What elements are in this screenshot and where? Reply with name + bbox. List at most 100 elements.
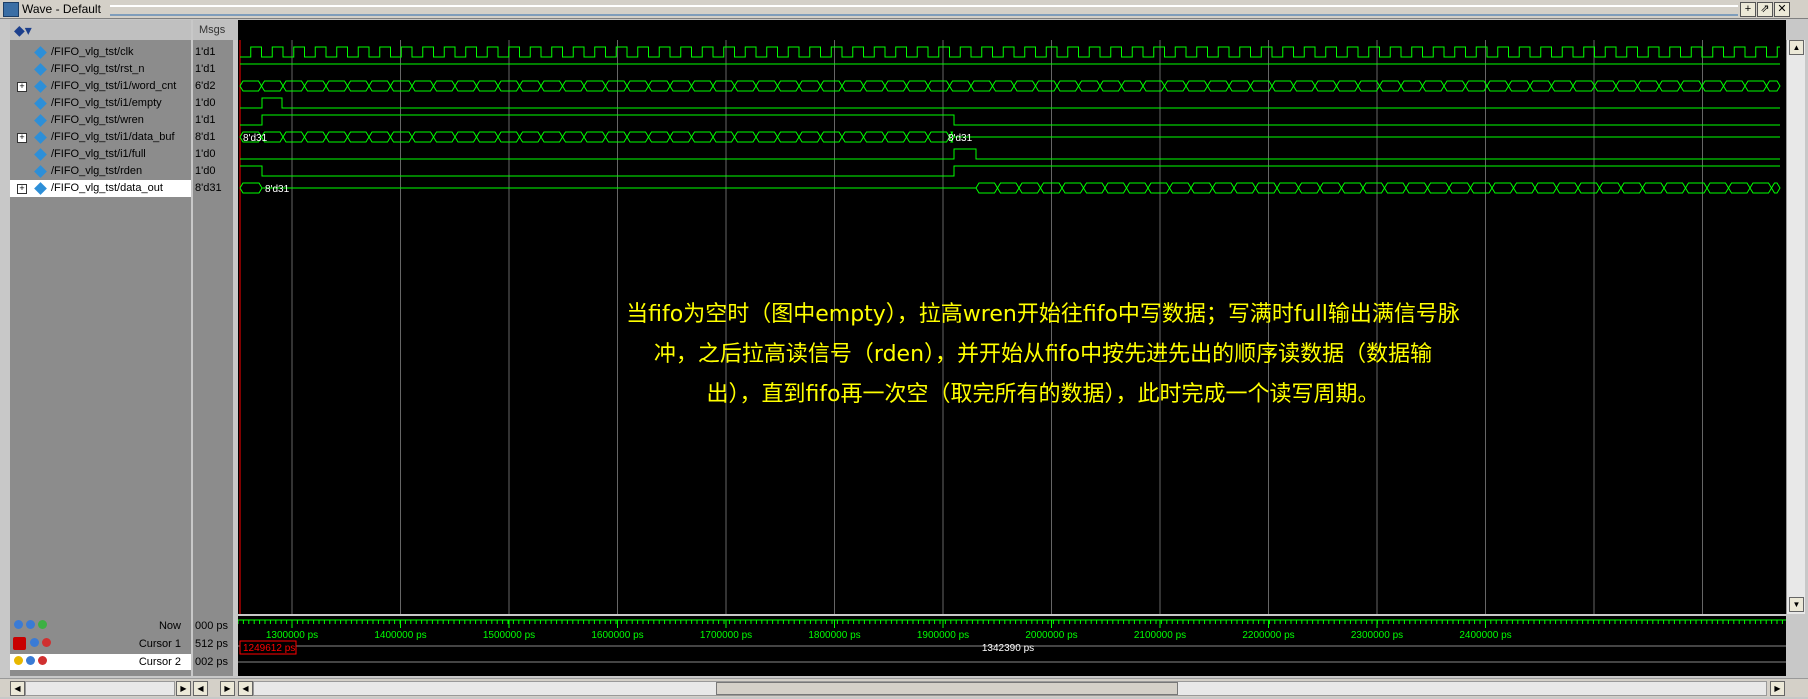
horizontal-scrollbars: ◀ ▶ ◀ ▶ ◀ ▶: [0, 678, 1808, 697]
wave-scroll-left-icon[interactable]: ◀: [238, 681, 253, 696]
ruler-tick-label: 1300000 ps: [266, 630, 318, 641]
signal-name: /FIFO_vlg_tst/rst_n: [51, 63, 145, 75]
titlebar-grip[interactable]: [110, 5, 1738, 16]
ruler-tick-label: 1900000 ps: [917, 630, 969, 641]
ruler-tick-label: 1500000 ps: [483, 630, 535, 641]
wave-scroll-right-icon[interactable]: ▶: [1770, 681, 1785, 696]
signal-name: /FIFO_vlg_tst/i1/word_cnt: [51, 80, 177, 92]
waveform-canvas[interactable]: 8'd31 8'd31 8'd31 当fifo为空时（图中empty），拉高wren…: [238, 20, 1786, 614]
ruler-tick-label: 1700000 ps: [700, 630, 752, 641]
signal-name: /FIFO_vlg_tst/i1/empty: [51, 97, 162, 109]
cursor1-row[interactable]: Cursor 1: [10, 636, 191, 652]
delete-cursor-icon[interactable]: [42, 638, 51, 647]
window-titlebar: Wave - Default + ⇗ ✕: [0, 0, 1808, 19]
signal-diamond-icon: [34, 80, 47, 93]
ruler-tick-label: 1800000 ps: [808, 630, 860, 641]
scroll-down-icon[interactable]: ▼: [1789, 597, 1804, 612]
clk-wave: [240, 46, 1780, 58]
data-out-bus-start: [239, 182, 263, 194]
signal-diamond-icon: [34, 182, 47, 195]
wave-hscroll-thumb[interactable]: [716, 682, 1178, 695]
now-label: Now: [158, 620, 181, 632]
signal-toolbar: ◆▾: [10, 20, 191, 40]
ruler-tick-label: 2300000 ps: [1351, 630, 1403, 641]
signal-value: 8'd31: [195, 182, 222, 194]
cursor-values: 000 ps 512 ps 002 ps: [193, 616, 233, 676]
scroll-right-icon[interactable]: ▶: [176, 681, 191, 696]
ruler-tick-label: 2100000 ps: [1134, 630, 1186, 641]
signal-diamond-icon: [34, 148, 47, 161]
signal-row[interactable]: + /FIFO_vlg_tst/data_out: [10, 180, 191, 197]
cursor2-label: Cursor 2: [138, 656, 181, 668]
data-buf-label: 8'd31: [243, 133, 268, 144]
edit-cursor-icon[interactable]: [30, 638, 39, 647]
signal-diamond-icon: [34, 97, 47, 110]
signal-name: /FIFO_vlg_tst/clk: [51, 46, 134, 58]
data-out-bus: [975, 182, 1781, 194]
annotation-line-2: 冲，之后拉高读信号（rden），并开始从fifo中按先进先出的顺序读数据（数据输: [653, 342, 1433, 367]
scroll-right-icon[interactable]: ▶: [220, 681, 235, 696]
signal-value: 1'd0: [195, 97, 216, 109]
ruler-tick-label: 2400000 ps: [1459, 630, 1511, 641]
signal-name: /FIFO_vlg_tst/i1/full: [51, 148, 146, 160]
now-row: Now: [10, 618, 191, 634]
close-button[interactable]: ✕: [1774, 2, 1790, 17]
expand-icon[interactable]: +: [17, 82, 27, 92]
rden-wave: [240, 165, 1780, 177]
timeline-ruler[interactable]: 1300000 ps 1400000 ps 1500000 ps 1600000 ps…: [237, 616, 1786, 676]
scroll-left-icon[interactable]: ◀: [193, 681, 208, 696]
signal-diamond-icon: [34, 114, 47, 127]
ruler-tick-label: 1400000 ps: [374, 630, 426, 641]
scroll-up-icon[interactable]: ▲: [1789, 40, 1804, 55]
insert-cursor-icon[interactable]: [38, 620, 47, 629]
signal-value: 1'd0: [195, 165, 216, 177]
signal-row[interactable]: /FIFO_vlg_tst/wren: [10, 112, 191, 129]
cursor1-marker: 1249612 ps: [243, 643, 295, 654]
signal-value: 1'd1: [195, 46, 216, 58]
signal-list: /FIFO_vlg_tst/clk/FIFO_vlg_tst/rst_n + /FI…: [10, 44, 191, 197]
signal-name: /FIFO_vlg_tst/data_out: [51, 182, 163, 194]
window-title: Wave - Default: [22, 2, 101, 16]
cursor2-row[interactable]: Cursor 2: [10, 654, 191, 670]
name-hscroll-track[interactable]: [25, 681, 175, 696]
maximize-button[interactable]: +: [1740, 2, 1756, 17]
scroll-left-icon[interactable]: ◀: [10, 681, 25, 696]
signal-row[interactable]: + /FIFO_vlg_tst/i1/word_cnt: [10, 78, 191, 95]
data-out-label: 8'd31: [265, 184, 290, 195]
annotation-text: 当fifo为空时（图中empty），拉高wren开始往fifo中写数据；写满时f…: [468, 295, 1618, 415]
edit-cursor-icon[interactable]: [26, 656, 35, 665]
signal-row[interactable]: /FIFO_vlg_tst/rden: [10, 163, 191, 180]
vertical-scrollbar[interactable]: ▲ ▼: [1786, 40, 1805, 614]
app-icon: [3, 2, 19, 17]
cursor-panel: Now Cursor 1 Cursor 2: [10, 616, 191, 676]
signal-row[interactable]: /FIFO_vlg_tst/clk: [10, 44, 191, 61]
wave-options-icon[interactable]: ◆▾: [14, 22, 32, 39]
now-icon[interactable]: [14, 620, 23, 629]
signal-row[interactable]: /FIFO_vlg_tst/i1/empty: [10, 95, 191, 112]
signal-diamond-icon: [34, 165, 47, 178]
cursor2-value: 002 ps: [195, 656, 229, 668]
signal-row[interactable]: /FIFO_vlg_tst/i1/full: [10, 146, 191, 163]
signal-value: 1'd1: [195, 114, 216, 126]
add-cursor-icon[interactable]: [26, 620, 35, 629]
signal-value: 1'd1: [195, 63, 216, 75]
msgs-column-header: Msgs: [193, 20, 239, 40]
signal-row[interactable]: + /FIFO_vlg_tst/i1/data_buf: [10, 129, 191, 146]
lock-icon[interactable]: [13, 637, 26, 650]
signal-value: 6'd2: [195, 80, 216, 92]
expand-icon[interactable]: +: [17, 133, 27, 143]
empty-wave: [240, 97, 1780, 109]
ruler-tick-label: 2000000 ps: [1025, 630, 1077, 641]
delete-cursor-icon[interactable]: [38, 656, 47, 665]
signal-row[interactable]: /FIFO_vlg_tst/rst_n: [10, 61, 191, 78]
lock-open-icon[interactable]: [14, 656, 23, 665]
now-value: 000 ps: [195, 620, 229, 632]
expand-icon[interactable]: +: [17, 184, 27, 194]
signal-name: /FIFO_vlg_tst/wren: [51, 114, 144, 126]
signal-value: 8'd1: [195, 131, 216, 143]
undock-button[interactable]: ⇗: [1757, 2, 1773, 17]
cursor1-label: Cursor 1: [138, 638, 181, 650]
data-buf-bus: [239, 131, 955, 143]
timeline-svg: 1300000 ps 1400000 ps 1500000 ps 1600000 ps…: [237, 619, 1786, 663]
cursor1-value: 512 ps: [195, 638, 229, 650]
